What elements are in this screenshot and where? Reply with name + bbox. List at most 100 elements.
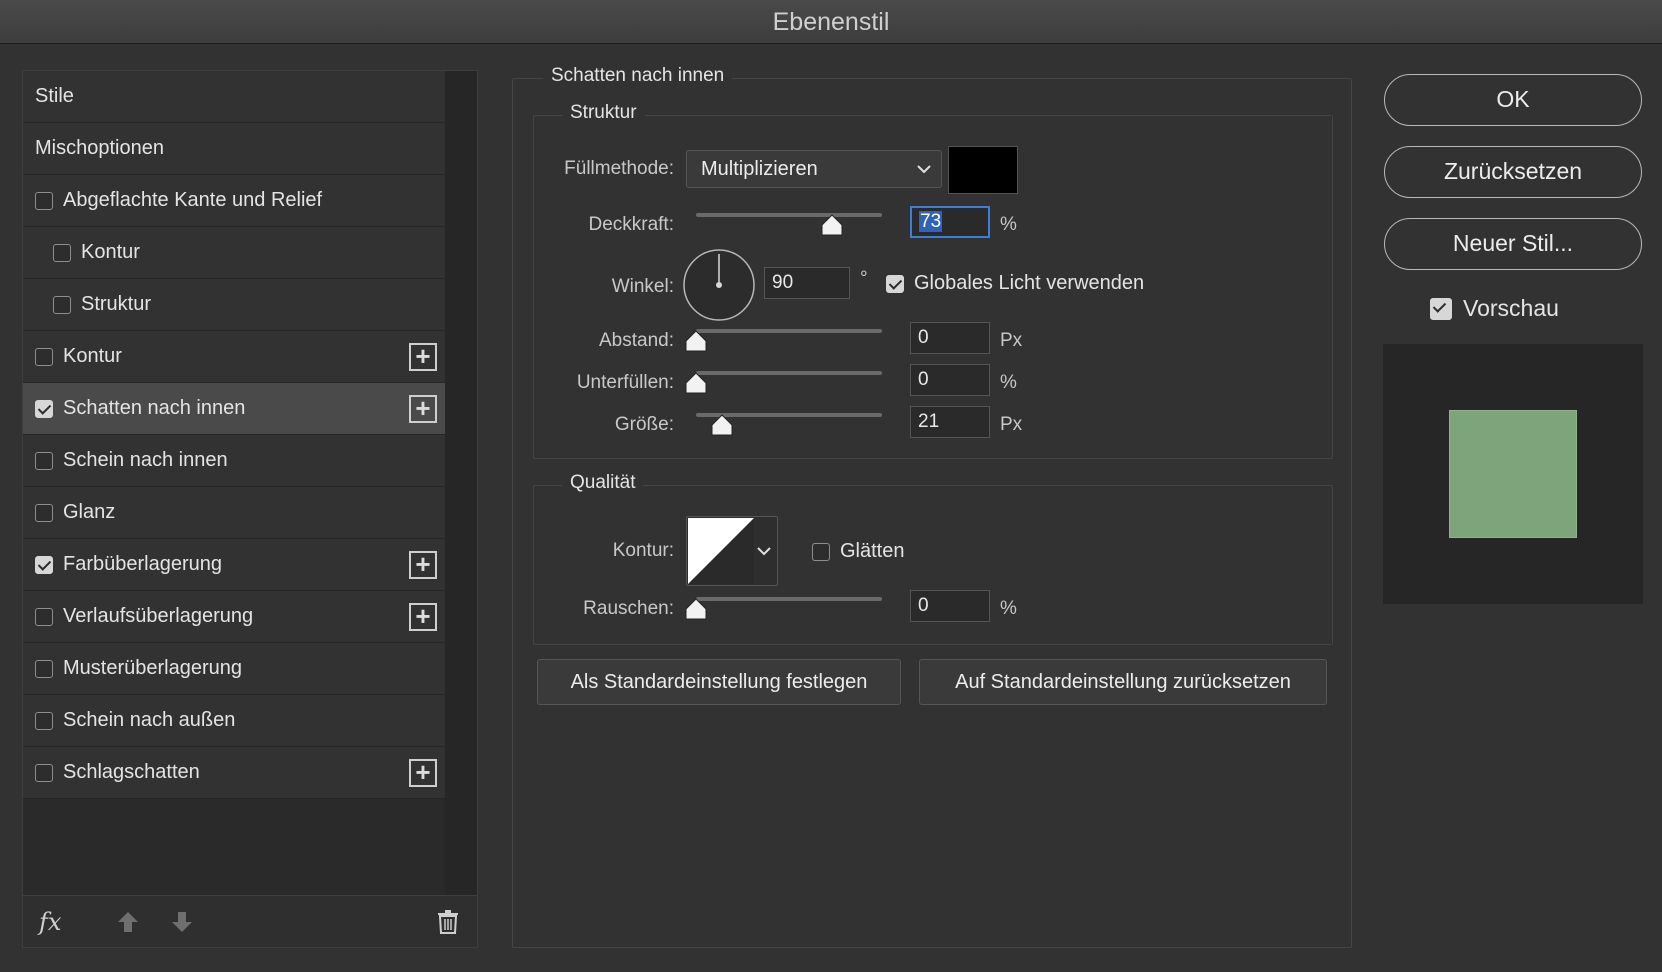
noise-unit: % — [1000, 598, 1017, 619]
blend-mode-value: Multiplizieren — [701, 158, 818, 180]
reset-button[interactable]: Zurücksetzen — [1384, 146, 1642, 198]
preview-label: Vorschau — [1463, 295, 1559, 321]
reset-default-button[interactable]: Auf Standardeinstellung zurücksetzen — [919, 659, 1327, 705]
style-checkbox[interactable] — [35, 607, 53, 626]
opacity-input[interactable]: 73 — [910, 206, 990, 238]
style-list-item[interactable]: Glanz — [23, 487, 445, 539]
style-list-item[interactable]: Schlagschatten + — [23, 747, 445, 799]
new-style-button[interactable]: Neuer Stil... — [1384, 218, 1642, 270]
preview-checkbox[interactable] — [1430, 298, 1452, 320]
style-item-label: Stile — [35, 85, 74, 107]
style-item-label: Schein nach innen — [63, 449, 228, 471]
quality-legend: Qualität — [562, 472, 644, 494]
angle-value: 90 — [772, 272, 794, 293]
style-item-label: Farbüberlagerung — [63, 553, 222, 575]
add-style-icon[interactable]: + — [409, 603, 437, 631]
style-checkbox[interactable] — [35, 399, 53, 418]
style-item-label: Abgeflachte Kante und Relief — [63, 189, 323, 211]
style-item-label: Struktur — [81, 293, 152, 315]
trash-icon[interactable] — [437, 910, 459, 934]
style-checkbox[interactable] — [35, 191, 53, 210]
style-item-label: Mischoptionen — [35, 137, 164, 159]
style-list-scrollbar[interactable] — [445, 71, 477, 895]
choke-input[interactable]: 0 — [910, 364, 990, 396]
make-default-button[interactable]: Als Standardeinstellung festlegen — [537, 659, 901, 705]
style-item-label: Kontur — [63, 345, 122, 367]
add-style-icon[interactable]: + — [409, 759, 437, 787]
preview-swatch — [1449, 410, 1577, 538]
antialias-checkbox[interactable] — [812, 543, 830, 561]
style-item-label: Schein nach außen — [63, 709, 236, 731]
noise-value: 0 — [918, 595, 929, 616]
noise-input[interactable]: 0 — [910, 590, 990, 622]
add-style-icon[interactable]: + — [409, 343, 437, 371]
style-list-item[interactable]: Stile — [23, 71, 445, 123]
style-list-item[interactable]: Farbüberlagerung + — [23, 539, 445, 591]
style-checkbox[interactable] — [35, 555, 53, 574]
distance-value: 0 — [918, 327, 929, 348]
style-checkbox[interactable] — [35, 711, 53, 730]
style-checkbox[interactable] — [35, 659, 53, 678]
add-style-icon[interactable]: + — [409, 395, 437, 423]
style-item-label: Kontur — [81, 241, 140, 263]
style-list-item[interactable]: Musterüberlagerung — [23, 643, 445, 695]
opacity-slider-track[interactable] — [696, 213, 882, 217]
move-up-icon[interactable] — [117, 910, 139, 934]
size-input[interactable]: 21 — [910, 406, 990, 438]
distance-input[interactable]: 0 — [910, 322, 990, 354]
fx-menu-icon[interactable]: fx — [39, 908, 61, 936]
antialias-label: Glätten — [840, 540, 905, 562]
distance-slider-thumb[interactable] — [684, 330, 708, 352]
structure-legend: Struktur — [562, 102, 645, 124]
choke-slider-thumb[interactable] — [684, 372, 708, 394]
style-item-label: Musterüberlagerung — [63, 657, 242, 679]
style-list-item[interactable]: Abgeflachte Kante und Relief — [23, 175, 445, 227]
style-checkbox[interactable] — [35, 763, 53, 782]
choke-unit: % — [1000, 372, 1017, 393]
global-light-checkbox[interactable] — [886, 275, 904, 293]
style-checkbox[interactable] — [35, 451, 53, 470]
choke-slider-track[interactable] — [696, 371, 882, 375]
style-list-item[interactable]: Schatten nach innen + — [23, 383, 445, 435]
contour-picker[interactable] — [686, 516, 778, 586]
style-list-item[interactable]: Verlaufsüberlagerung + — [23, 591, 445, 643]
choke-value: 0 — [918, 369, 929, 390]
style-checkbox[interactable] — [53, 295, 71, 314]
opacity-value: 73 — [919, 211, 943, 232]
size-slider-thumb[interactable] — [710, 414, 734, 436]
angle-dial[interactable] — [682, 248, 756, 322]
style-list: Stile Mischoptionen Abgeflachte Kante und … — [22, 70, 478, 948]
move-down-icon[interactable] — [171, 910, 193, 934]
angle-input[interactable]: 90 — [764, 267, 850, 299]
style-item-label: Verlaufsüberlagerung — [63, 605, 254, 627]
blend-mode-select[interactable]: Multiplizieren — [686, 150, 942, 188]
ok-button[interactable]: OK — [1384, 74, 1642, 126]
style-checkbox[interactable] — [35, 347, 53, 366]
style-checkbox[interactable] — [53, 243, 71, 262]
settings-panel: Schatten nach innen Struktur Füllmethode… — [512, 65, 1352, 948]
noise-slider-thumb[interactable] — [684, 598, 708, 620]
opacity-slider-thumb[interactable] — [820, 214, 844, 236]
style-checkbox[interactable] — [35, 503, 53, 522]
quality-group: Qualität Kontur: Glätten Rauschen: 0 % — [533, 472, 1333, 645]
style-list-item[interactable]: Schein nach innen — [23, 435, 445, 487]
noise-slider-track[interactable] — [696, 597, 882, 601]
style-list-item[interactable]: Mischoptionen — [23, 123, 445, 175]
style-list-item[interactable]: Schein nach außen — [23, 695, 445, 747]
style-list-item[interactable]: Kontur + — [23, 331, 445, 383]
style-list-item[interactable]: Struktur — [23, 279, 445, 331]
global-light-label: Globales Licht verwenden — [914, 272, 1145, 294]
contour-curve-icon — [688, 518, 754, 584]
blend-mode-label: Füllmethode: — [564, 158, 674, 179]
noise-label: Rauschen: — [583, 598, 674, 619]
style-list-footer: fx — [23, 895, 477, 947]
distance-slider-track[interactable] — [696, 329, 882, 333]
opacity-label: Deckkraft: — [588, 214, 674, 235]
style-item-label: Glanz — [63, 501, 116, 523]
shadow-color-swatch[interactable] — [948, 146, 1018, 194]
style-list-item[interactable]: Kontur — [23, 227, 445, 279]
style-item-label: Schatten nach innen — [63, 397, 246, 419]
add-style-icon[interactable]: + — [409, 551, 437, 579]
angle-unit: ° — [860, 268, 868, 289]
chevron-down-icon — [917, 165, 931, 174]
